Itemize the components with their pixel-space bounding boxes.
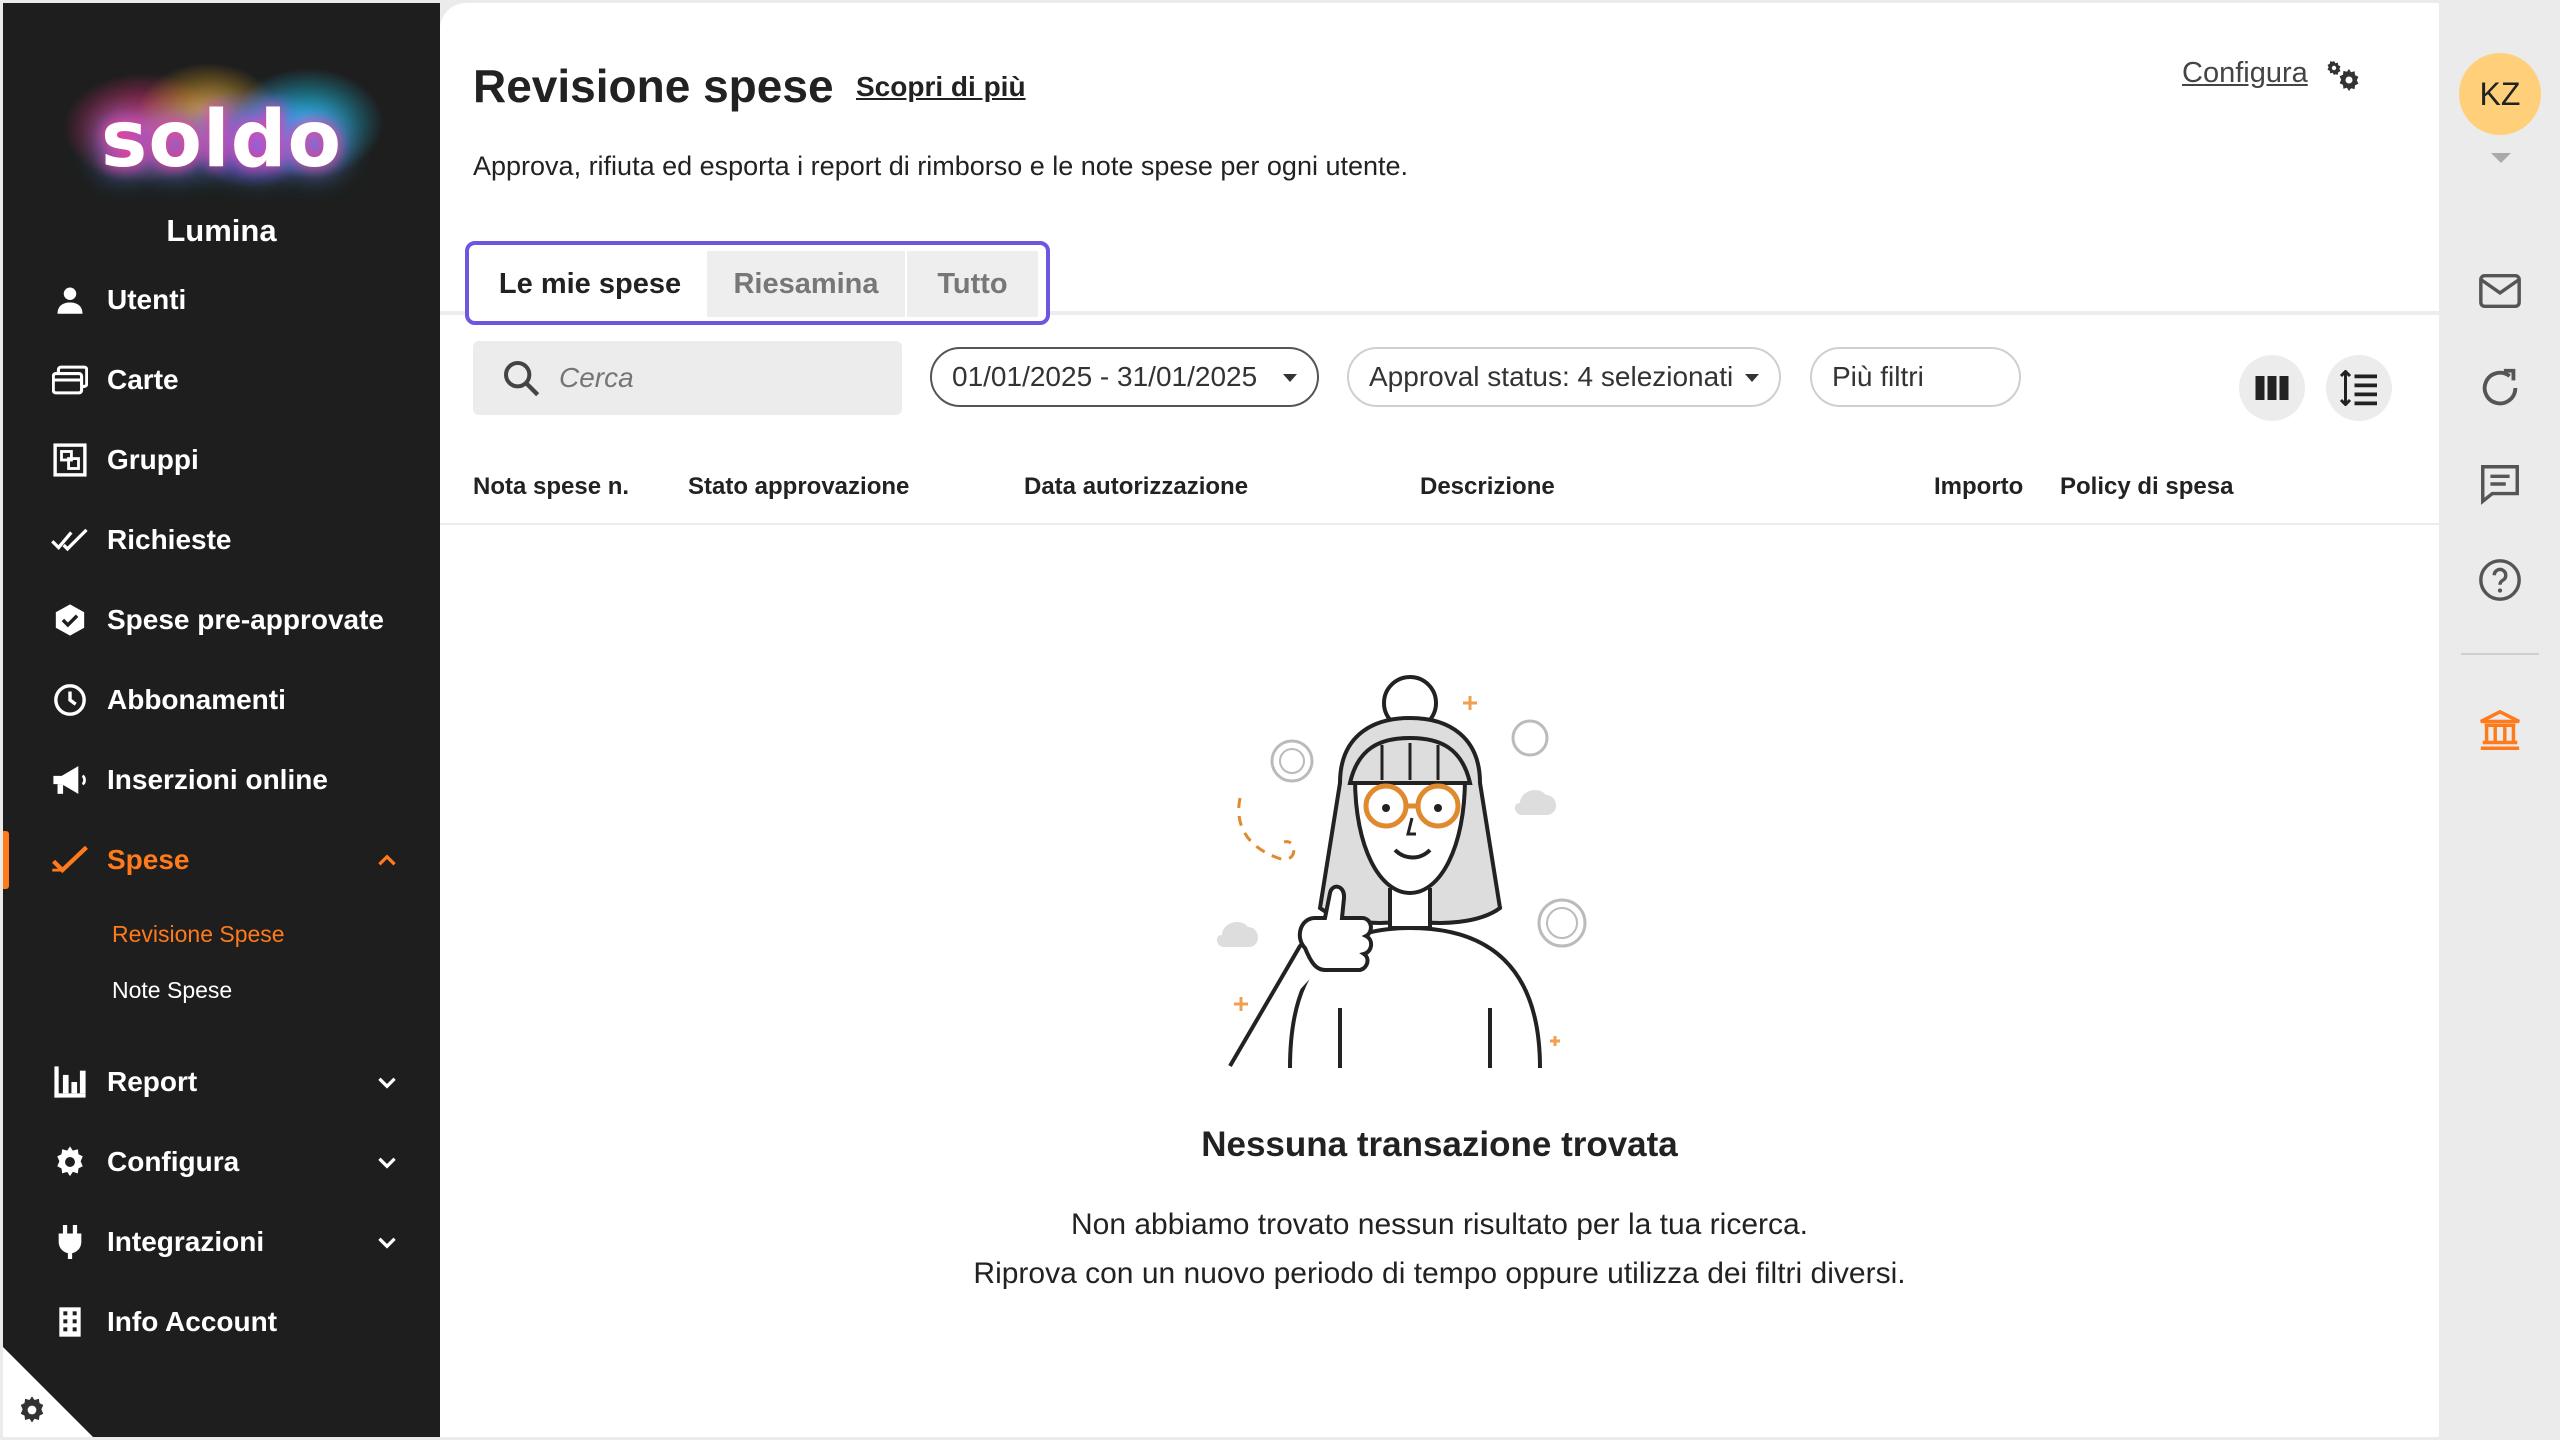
- page-subtitle: Approva, rifiuta ed esporta i report di …: [473, 151, 1409, 181]
- column-header[interactable]: Policy di spesa: [2060, 473, 2233, 501]
- tab-tutto[interactable]: Tutto: [907, 251, 1038, 317]
- gears-icon[interactable]: [2320, 51, 2364, 95]
- double-check-icon: [51, 521, 89, 559]
- sidebar-item-label: Richieste: [107, 524, 232, 555]
- table-header: Nota spese n. Stato approvazione Data au…: [440, 463, 2439, 525]
- sidebar-item-abbonamenti[interactable]: Abbonamenti: [3, 665, 440, 735]
- plug-icon: [51, 1223, 89, 1261]
- empty-state-title: Nessuna transazione trovata: [1201, 1125, 1678, 1164]
- caret-down-icon[interactable]: [2491, 153, 2511, 163]
- card-icon: [51, 361, 89, 399]
- sidebar-item-integrazioni[interactable]: Integrazioni: [3, 1207, 440, 1277]
- column-header[interactable]: Descrizione: [1420, 473, 1555, 501]
- approval-status-dropdown[interactable]: Approval status: 4 selezionati: [1347, 347, 1781, 407]
- column-header[interactable]: Nota spese n.: [473, 473, 629, 501]
- sidebar-item-utenti[interactable]: Utenti: [3, 265, 440, 335]
- column-header[interactable]: Stato approvazione: [688, 473, 909, 501]
- sidebar-item-label: Report: [107, 1066, 198, 1097]
- sidebar-item-info-account[interactable]: Info Account: [3, 1287, 440, 1357]
- bank-icon[interactable]: [2477, 708, 2523, 754]
- configure-link[interactable]: Configura: [2182, 57, 2308, 90]
- chevron-down-icon[interactable]: [374, 1229, 400, 1255]
- row-density-button[interactable]: [2326, 355, 2392, 421]
- sidebar-item-label: Inserzioni online: [107, 764, 328, 795]
- date-range-dropdown[interactable]: 01/01/2025 - 31/01/2025: [930, 347, 1319, 407]
- help-icon[interactable]: [2477, 557, 2523, 603]
- sidebar-item-label: Utenti: [107, 284, 187, 315]
- organization-name: Lumina: [166, 213, 277, 248]
- clock-icon: [51, 681, 89, 719]
- refresh-icon[interactable]: [2477, 365, 2523, 411]
- sidebar-item-label: Integrazioni: [107, 1226, 265, 1257]
- sidebar-item-configura[interactable]: Configura: [3, 1127, 440, 1197]
- gear-icon: [51, 1143, 89, 1181]
- column-header[interactable]: Data autorizzazione: [1024, 473, 1248, 501]
- line-spacing-icon: [2339, 370, 2377, 406]
- sub-item-note-spese[interactable]: Note Spese: [112, 977, 232, 1004]
- sidebar-item-spese[interactable]: Spese: [3, 825, 440, 895]
- megaphone-icon: [51, 761, 89, 799]
- tab-riesamina[interactable]: Riesamina: [707, 251, 905, 317]
- more-filters-label: Più filtri: [1832, 361, 1924, 392]
- sidebar-item-label: Carte: [107, 364, 179, 395]
- column-header[interactable]: Importo: [1934, 473, 2023, 501]
- more-filters-button[interactable]: Più filtri: [1810, 347, 2021, 407]
- app-window: soldo Lumina Utenti Carte Gruppi Richies…: [0, 0, 2560, 1440]
- settings-gear-icon[interactable]: [17, 1395, 47, 1425]
- sidebar-item-label: Abbonamenti: [107, 684, 286, 715]
- caret-down-icon: [1745, 374, 1759, 382]
- bar-chart-icon: [51, 1063, 89, 1101]
- sub-item-revisione-spese[interactable]: Revisione Spese: [112, 921, 285, 948]
- logo-text: soldo: [100, 95, 343, 185]
- chevron-down-icon[interactable]: [374, 1069, 400, 1095]
- sidebar-item-label: Info Account: [107, 1306, 278, 1337]
- user-icon: [51, 281, 89, 319]
- tab-bar: Le mie spese Riesamina Tutto: [465, 241, 1050, 325]
- empty-state-hint: Riprova con un nuovo periodo di tempo op…: [973, 1257, 1906, 1290]
- sidebar-item-carte[interactable]: Carte: [3, 345, 440, 415]
- sidebar-item-label: Spese: [107, 844, 190, 875]
- search-box[interactable]: [473, 341, 902, 415]
- avatar[interactable]: KZ: [2459, 53, 2541, 135]
- sidebar-item-label: Gruppi: [107, 444, 199, 475]
- caret-down-icon: [1283, 374, 1297, 382]
- date-range-value: 01/01/2025 - 31/01/2025: [952, 361, 1258, 392]
- sidebar-item-gruppi[interactable]: Gruppi: [3, 425, 440, 495]
- right-rail: KZ: [2439, 3, 2557, 1437]
- check-icon: [51, 841, 89, 879]
- approval-status-value: Approval status: 4 selezionati: [1369, 361, 1734, 392]
- hexagon-check-icon: [51, 601, 89, 639]
- sidebar: soldo Lumina Utenti Carte Gruppi Richies…: [3, 3, 440, 1437]
- chevron-up-icon[interactable]: [374, 847, 400, 873]
- columns-button[interactable]: [2239, 355, 2305, 421]
- page-title: Revisione spese: [473, 60, 834, 112]
- columns-icon: [2255, 376, 2289, 400]
- main-content: Revisione spese Scopri di più Approva, r…: [440, 3, 2439, 1437]
- sidebar-item-label: Spese pre-approvate: [107, 604, 384, 635]
- sidebar-item-inserzioni-online[interactable]: Inserzioni online: [3, 745, 440, 815]
- sidebar-item-richieste[interactable]: Richieste: [3, 505, 440, 575]
- learn-more-link[interactable]: Scopri di più: [856, 71, 1026, 103]
- groups-icon: [51, 441, 89, 479]
- empty-state-message: Non abbiamo trovato nessun risultato per…: [1070, 1208, 1809, 1241]
- tab-le-mie-spese[interactable]: Le mie spese: [475, 251, 705, 317]
- sidebar-item-label: Configura: [107, 1146, 240, 1177]
- empty-state-illustration-icon: [1216, 675, 1587, 1069]
- building-icon: [51, 1303, 89, 1341]
- sidebar-item-report[interactable]: Report: [3, 1047, 440, 1117]
- rail-divider: [2461, 653, 2539, 655]
- chat-icon[interactable]: [2477, 461, 2523, 507]
- chevron-down-icon[interactable]: [374, 1149, 400, 1175]
- soldo-logo[interactable]: soldo: [3, 43, 440, 208]
- search-input[interactable]: [559, 362, 889, 394]
- mail-icon[interactable]: [2477, 268, 2523, 314]
- search-icon: [503, 361, 540, 397]
- sidebar-item-spese-pre-approvate[interactable]: Spese pre-approvate: [3, 585, 440, 655]
